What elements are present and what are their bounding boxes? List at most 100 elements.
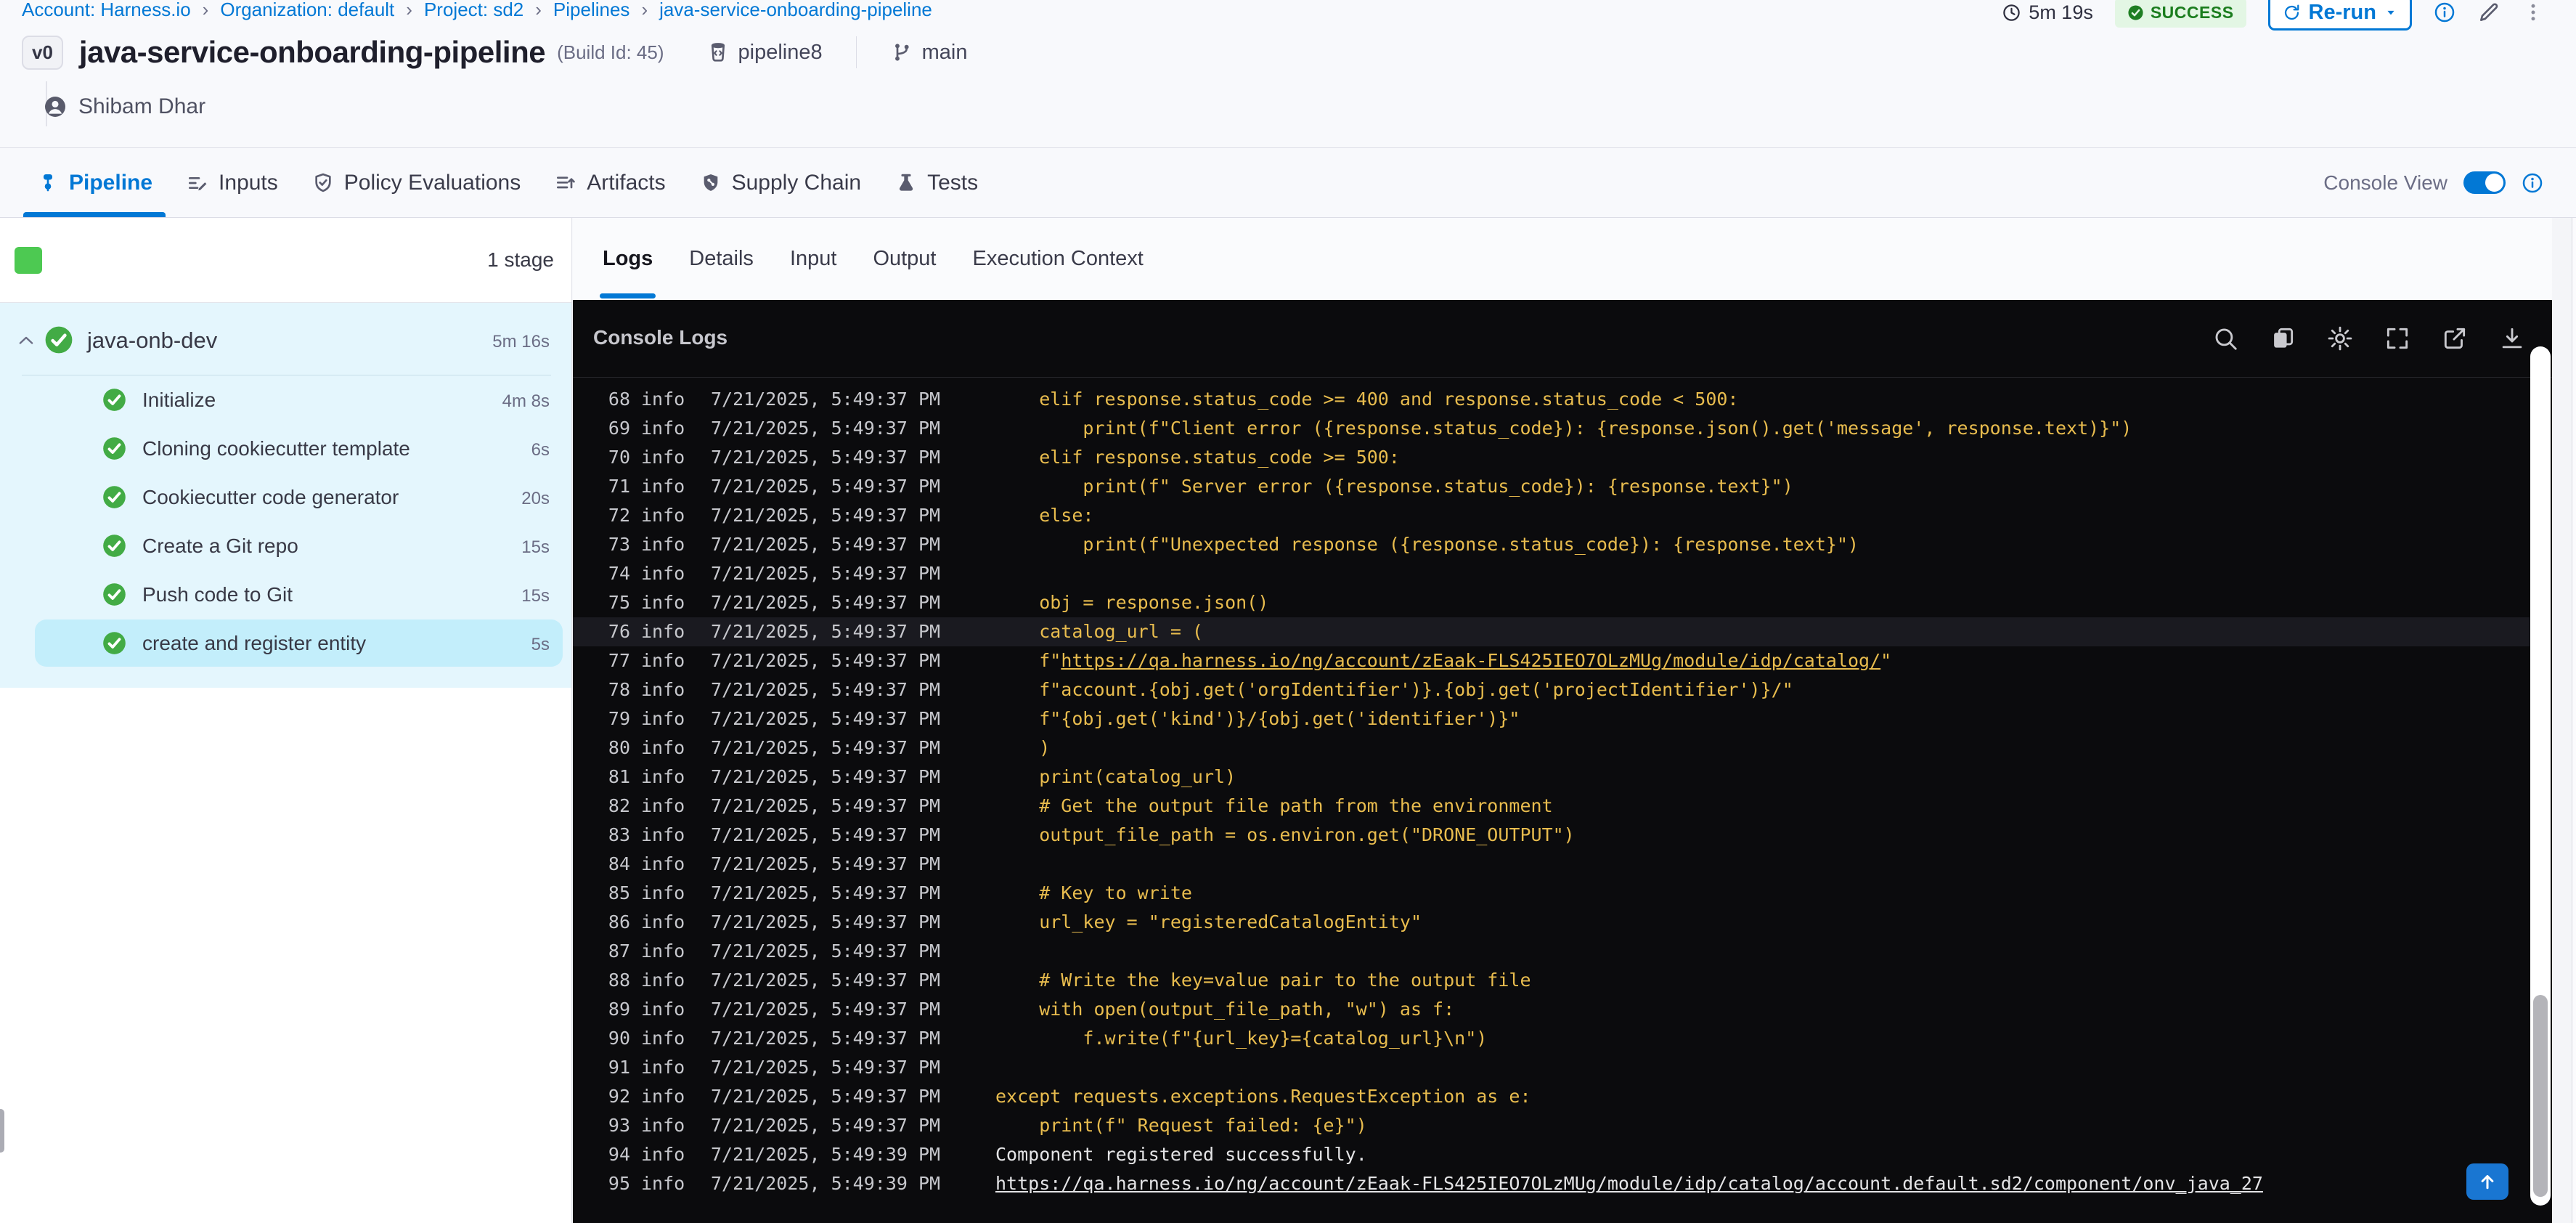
- log-timestamp: 7/21/2025, 5:49:37 PM: [711, 563, 941, 584]
- log-row: 82 info 7/21/2025, 5:49:37 PM # Get the ou…: [573, 792, 2530, 821]
- log-timestamp: 7/21/2025, 5:49:37 PM: [711, 1115, 941, 1136]
- header-divider: [855, 36, 857, 68]
- log-row: 71 info 7/21/2025, 5:49:37 PM print(f" Ser…: [573, 472, 2530, 501]
- log-text-segment: print(f"Unexpected response ({response.s…: [995, 534, 1859, 555]
- breadcrumb-link-project[interactable]: Project: sd2: [424, 0, 523, 21]
- sidebar-scroll-handle[interactable]: [0, 1109, 4, 1153]
- tab-pipeline[interactable]: Pipeline: [23, 148, 166, 217]
- repository-icon: [706, 41, 730, 64]
- collapse-chevron-icon[interactable]: [16, 330, 36, 351]
- console-scrollbar-thumb[interactable]: [2533, 995, 2548, 1197]
- toggle-knob: [2485, 174, 2503, 192]
- log-text-segment: obj = response.json(): [995, 592, 1269, 613]
- console-view-toggle[interactable]: [2463, 171, 2506, 194]
- breadcrumb-link-organization[interactable]: Organization: default: [220, 0, 394, 21]
- log-row: 94 info 7/21/2025, 5:49:39 PM Component reg…: [573, 1140, 2530, 1169]
- branch-group[interactable]: main: [890, 41, 967, 65]
- breadcrumb-link-pipelines[interactable]: Pipelines: [553, 0, 630, 21]
- step-duration: 6s: [531, 440, 550, 460]
- browser-scrollbar[interactable]: [2572, 218, 2576, 1223]
- caret-down-icon: [2384, 5, 2398, 20]
- tab-label: Tests: [927, 170, 979, 195]
- log-text: except requests.exceptions.RequestExcept…: [995, 1082, 1531, 1111]
- log-line-number: 78: [608, 679, 630, 700]
- tab-artifacts[interactable]: Artifacts: [554, 148, 666, 217]
- breadcrumb-link-java-service-onboarding-pipeline[interactable]: java-service-onboarding-pipeline: [659, 0, 932, 21]
- scroll-to-top-button[interactable]: [2466, 1163, 2508, 1200]
- search-icon[interactable]: [2212, 325, 2239, 352]
- log-level: info: [641, 766, 685, 787]
- log-timestamp: 7/21/2025, 5:49:37 PM: [711, 766, 941, 787]
- log-timestamp: 7/21/2025, 5:49:37 PM: [711, 940, 941, 962]
- avatar-icon: [44, 95, 67, 118]
- log-row: 78 info 7/21/2025, 5:49:37 PM f"account.{o…: [573, 675, 2530, 704]
- tab-policy-evaluations[interactable]: Policy Evaluations: [311, 148, 521, 217]
- log-row: 73 info 7/21/2025, 5:49:37 PM print(f"Unex…: [573, 530, 2530, 559]
- log-text: elif response.status_code >= 400 and res…: [995, 385, 1738, 414]
- stage-block: java-onb-dev 5m 16s Initialize 4m 8s Cloni…: [0, 303, 571, 688]
- step-duration: 20s: [521, 489, 550, 508]
- log-link[interactable]: https://qa.harness.io/ng/account/zEaak-F…: [995, 1173, 2263, 1194]
- log-row: 68 info 7/21/2025, 5:49:37 PM elif respons…: [573, 385, 2530, 414]
- tab-label: Policy Evaluations: [343, 170, 521, 195]
- detail-tab-logs[interactable]: Logs: [599, 218, 656, 300]
- tab-tests[interactable]: Tests: [894, 148, 978, 217]
- console-title: Console Logs: [593, 326, 728, 349]
- info-icon[interactable]: [2434, 1, 2455, 23]
- log-text: print(f" Server error ({response.status_…: [995, 472, 1793, 501]
- log-link[interactable]: https://qa.harness.io/ng/account/zEaak-F…: [1061, 650, 1880, 671]
- pipeline-title-row: v0 java-service-onboarding-pipeline (Bui…: [22, 35, 967, 70]
- supply-chain-icon: [699, 171, 722, 195]
- log-row: 83 info 7/21/2025, 5:49:37 PM output_file_…: [573, 821, 2530, 850]
- stage-row-java-onb-dev[interactable]: java-onb-dev 5m 16s: [0, 303, 571, 375]
- copy-icon[interactable]: [2269, 325, 2296, 352]
- log-level: info: [641, 650, 685, 671]
- open-in-new-icon[interactable]: [2441, 325, 2469, 352]
- console-log-area[interactable]: 68 info 7/21/2025, 5:49:37 PM elif respons…: [573, 378, 2530, 1223]
- step-duration: 15s: [521, 586, 550, 606]
- step-row-initialize[interactable]: Initialize 4m 8s: [0, 375, 571, 424]
- log-level: info: [641, 476, 685, 497]
- breadcrumb-chevron-icon: ›: [202, 0, 209, 20]
- log-text: f"https://qa.harness.io/ng/account/zEaak…: [995, 646, 1891, 675]
- step-row-create-a-git-repo[interactable]: Create a Git repo 15s: [0, 521, 571, 570]
- detail-tab-input[interactable]: Input: [790, 218, 837, 300]
- tab-inputs[interactable]: Inputs: [186, 148, 278, 217]
- step-row-push-code-to-git[interactable]: Push code to Git 15s: [0, 570, 571, 619]
- breadcrumb-chevron-icon: ›: [641, 0, 648, 20]
- step-row-cloning-cookiecutter-template[interactable]: Cloning cookiecutter template 6s: [0, 424, 571, 473]
- log-text-segment: with open(output_file_path, "w") as f:: [995, 999, 1455, 1020]
- top-header: Account: Harness.io › Organization: defaul…: [0, 0, 2576, 147]
- breadcrumb-link-account[interactable]: Account: Harness.io: [22, 0, 191, 21]
- artifacts-icon: [554, 171, 577, 195]
- step-name: Create a Git repo: [142, 535, 298, 557]
- step-row-cookiecutter-code-generator[interactable]: Cookiecutter code generator 20s: [0, 473, 571, 521]
- breadcrumb: Account: Harness.io › Organization: defaul…: [22, 0, 932, 21]
- rerun-button[interactable]: Re-run: [2267, 0, 2412, 31]
- step-row-create-and-register-entity[interactable]: create and register entity 5s: [0, 619, 571, 667]
- step-success-icon: [102, 533, 127, 558]
- log-text: f"account.{obj.get('orgIdentifier')}.{ob…: [995, 675, 1793, 704]
- log-row: 79 info 7/21/2025, 5:49:37 PM f"{obj.get('…: [573, 704, 2530, 734]
- tab-supply-chain[interactable]: Supply Chain: [699, 148, 861, 217]
- detail-tab-output[interactable]: Output: [873, 218, 936, 300]
- log-timestamp: 7/21/2025, 5:49:37 PM: [711, 1057, 941, 1078]
- console-view-info-icon[interactable]: [2522, 172, 2543, 194]
- log-line-number: 87: [608, 940, 630, 962]
- log-text: # Get the output file path from the envi…: [995, 792, 1552, 821]
- log-timestamp: 7/21/2025, 5:49:37 PM: [711, 650, 941, 671]
- settings-icon[interactable]: [2326, 325, 2354, 352]
- edit-pipeline-icon[interactable]: [2477, 1, 2500, 24]
- detail-tab-execution-context[interactable]: Execution Context: [973, 218, 1144, 300]
- log-text-segment: f"account.{obj.get('orgIdentifier')}.{ob…: [995, 679, 1793, 700]
- log-text-segment: catalog_url = (: [995, 621, 1203, 642]
- detail-tab-details[interactable]: Details: [689, 218, 754, 300]
- download-icon[interactable]: [2498, 325, 2526, 352]
- log-line-number: 77: [608, 650, 630, 671]
- repo-group[interactable]: pipeline8: [706, 41, 823, 65]
- console-panel: Console Logs 68 info 7/21/2025, 5:49:37 PM…: [573, 300, 2552, 1223]
- run-duration: 5m 19s: [2002, 1, 2093, 24]
- fullscreen-icon[interactable]: [2384, 325, 2411, 352]
- more-options-icon[interactable]: [2522, 1, 2544, 23]
- log-row: 70 info 7/21/2025, 5:49:37 PM elif respons…: [573, 443, 2530, 472]
